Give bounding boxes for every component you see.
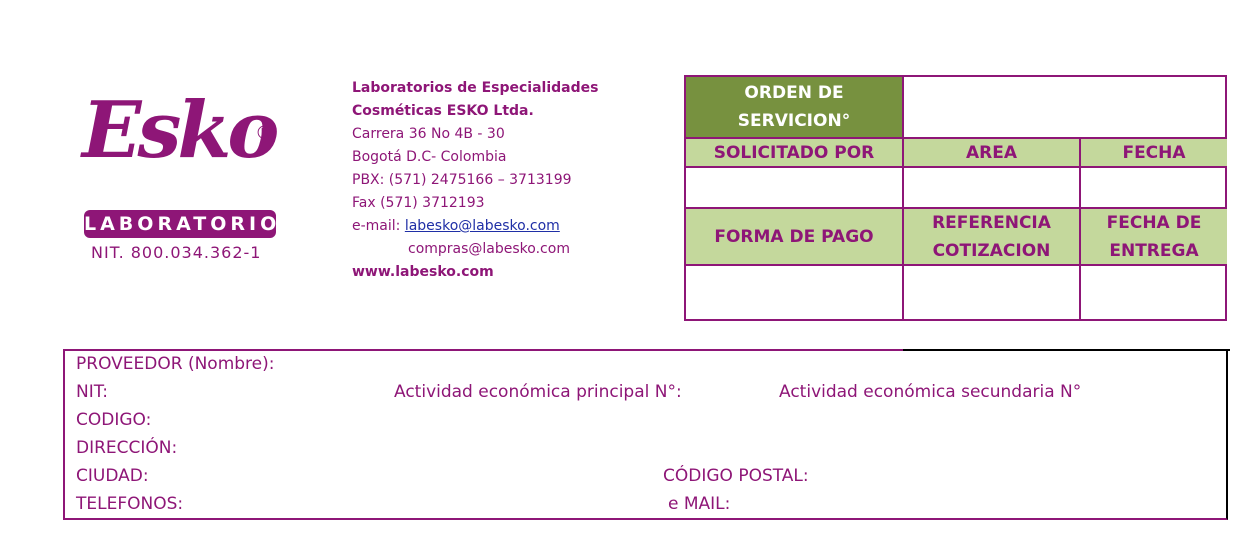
header-referencia-line2: COTIZACION bbox=[932, 240, 1051, 261]
company-name-line2: Cosméticas ESKO Ltda. bbox=[352, 103, 534, 119]
provider-address-label: DIRECCIÓN: bbox=[76, 438, 178, 458]
company-city: Bogotá D.C- Colombia bbox=[352, 149, 507, 165]
field-fecha-de-entrega[interactable] bbox=[1081, 266, 1227, 319]
company-email-row: e-mail: labesko@labesko.com bbox=[352, 215, 672, 238]
header-entrega-line1: FECHA DE bbox=[1106, 212, 1202, 233]
company-email2: compras@labesko.com bbox=[408, 241, 570, 257]
company-nit: NIT. 800.034.362-1 bbox=[91, 243, 262, 262]
provider-code-label: CODIGO: bbox=[76, 410, 152, 430]
field-fecha[interactable] bbox=[1081, 168, 1227, 209]
logo-banner: LABORATORIOS bbox=[84, 210, 294, 238]
provider-city-label: CIUDAD: bbox=[76, 466, 149, 486]
provider-nit-label: NIT: bbox=[76, 382, 108, 402]
company-name-line1: Laboratorios de Especialidades bbox=[352, 80, 599, 96]
order-title-cell: ORDEN DE SERVICION° bbox=[686, 77, 904, 139]
header-fecha-de-entrega: FECHA DE ENTREGA bbox=[1081, 209, 1227, 266]
registered-mark: ® bbox=[255, 122, 274, 144]
company-address: Carrera 36 No 4B - 30 bbox=[352, 126, 505, 142]
company-fax: Fax (571) 3712193 bbox=[352, 195, 485, 211]
header-fecha: FECHA bbox=[1081, 139, 1227, 168]
activity-primary-label: Actividad económica principal N°: bbox=[394, 382, 682, 402]
company-pbx: PBX: (571) 2475166 – 3713199 bbox=[352, 172, 572, 188]
company-logo: Esko ® LABORATORIOS NIT. 800.034.362-1 bbox=[78, 85, 294, 267]
logo-wordmark: Esko bbox=[82, 85, 279, 176]
header-forma-de-pago: FORMA DE PAGO bbox=[686, 209, 904, 266]
company-info: Laboratorios de Especialidades Cosmética… bbox=[352, 77, 672, 284]
field-referencia-cotizacion[interactable] bbox=[904, 266, 1081, 319]
activity-secondary-label: Actividad económica secundaria N° bbox=[779, 382, 1082, 402]
provider-section: PROVEEDOR (Nombre): NIT: Actividad econó… bbox=[63, 349, 1230, 520]
company-website: www.labesko.com bbox=[352, 264, 494, 280]
order-number-field[interactable] bbox=[904, 77, 1227, 139]
field-area[interactable] bbox=[904, 168, 1081, 209]
provider-email-label: e MAIL: bbox=[668, 494, 731, 514]
field-solicitado-por[interactable] bbox=[686, 168, 904, 209]
border-segment bbox=[903, 349, 1230, 351]
header-entrega-line2: ENTREGA bbox=[1109, 240, 1199, 261]
order-title-line2: SERVICION° bbox=[737, 111, 851, 131]
field-forma-de-pago[interactable] bbox=[686, 266, 904, 319]
header-referencia-line1: REFERENCIA bbox=[932, 212, 1051, 233]
provider-phones-label: TELEFONOS: bbox=[76, 494, 184, 514]
provider-name-label: PROVEEDOR (Nombre): bbox=[76, 354, 275, 374]
order-grid: ORDEN DE SERVICION° SOLICITADO POR AREA … bbox=[684, 75, 1227, 321]
order-title-line1: ORDEN DE bbox=[744, 83, 844, 103]
header-area: AREA bbox=[904, 139, 1081, 168]
header-solicitado-por: SOLICITADO POR bbox=[686, 139, 904, 168]
provider-postal-code-label: CÓDIGO POSTAL: bbox=[663, 466, 809, 486]
email-link[interactable]: labesko@labesko.com bbox=[405, 218, 560, 234]
header-referencia-cotizacion: REFERENCIA COTIZACION bbox=[904, 209, 1081, 266]
email-label: e-mail: bbox=[352, 218, 405, 234]
